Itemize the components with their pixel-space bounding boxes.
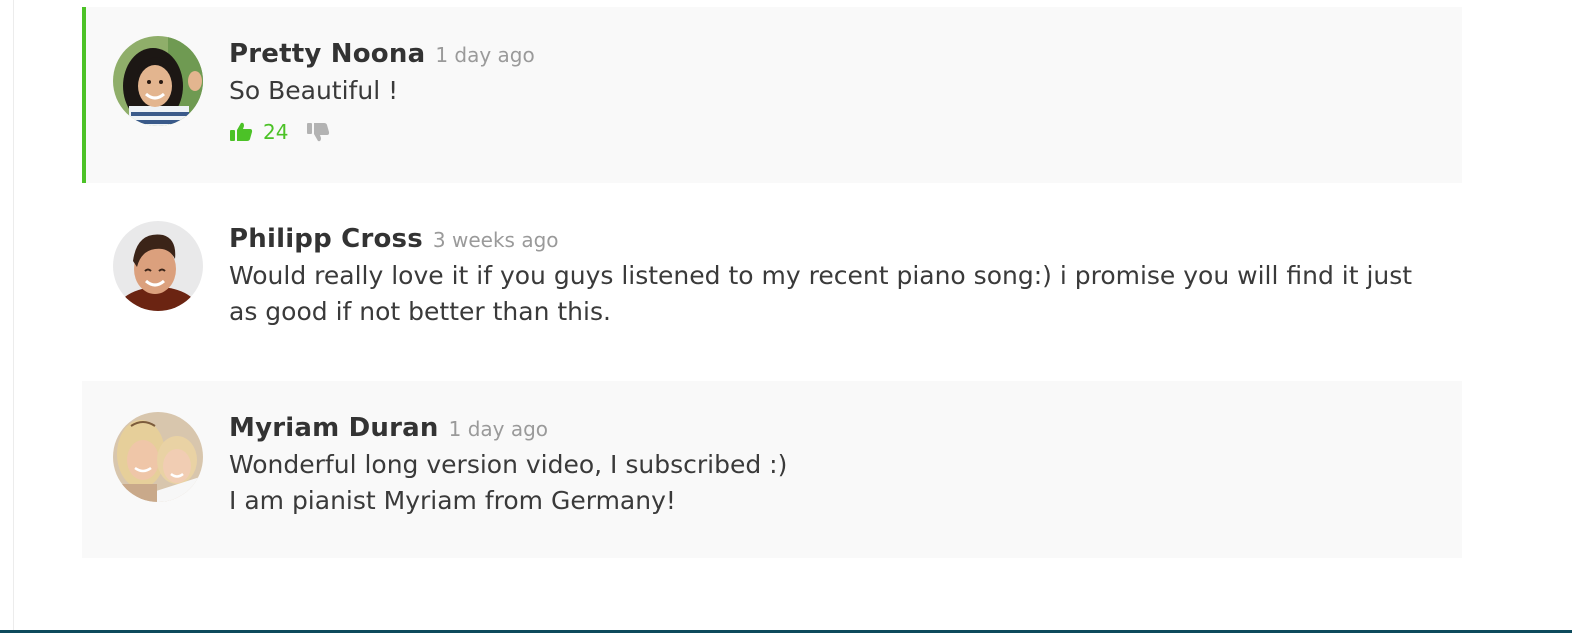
comment-meta: Philipp Cross 3 weeks ago bbox=[229, 220, 1422, 258]
like-button[interactable]: 24 bbox=[229, 120, 306, 144]
avatar[interactable] bbox=[113, 412, 203, 502]
avatar-photo bbox=[113, 36, 203, 126]
comment-timestamp: 1 day ago bbox=[448, 417, 549, 441]
avatar-photo bbox=[113, 412, 203, 502]
dislike-button[interactable] bbox=[306, 122, 330, 142]
thumbs-up-icon bbox=[230, 122, 253, 141]
comment-text: Would really love it if you guys listene… bbox=[229, 261, 1413, 326]
comment-content: Philipp Cross 3 weeks ago Would really lo… bbox=[229, 220, 1422, 330]
avatar[interactable] bbox=[113, 36, 203, 126]
comment-item: Pretty Noona 1 day ago So Beautiful ! 24 bbox=[82, 7, 1462, 183]
avatar[interactable] bbox=[113, 221, 203, 311]
like-count: 24 bbox=[263, 120, 289, 144]
comment-timestamp: 3 weeks ago bbox=[432, 228, 559, 252]
page-left-border bbox=[13, 0, 14, 630]
avatar-photo bbox=[113, 221, 203, 311]
comment-content: Myriam Duran 1 day ago Wonderful long ver… bbox=[229, 409, 1422, 519]
thumbs-down-icon bbox=[307, 123, 330, 142]
author-name[interactable]: Philipp Cross bbox=[229, 224, 423, 254]
comment-content: Pretty Noona 1 day ago So Beautiful ! 24 bbox=[229, 35, 1422, 146]
comment-meta: Myriam Duran 1 day ago bbox=[229, 409, 1422, 447]
comment-text: So Beautiful ! bbox=[229, 76, 399, 105]
comment-timestamp: 1 day ago bbox=[435, 43, 535, 67]
comment-item: Myriam Duran 1 day ago Wonderful long ver… bbox=[82, 381, 1462, 558]
comment-item: Philipp Cross 3 weeks ago Would really lo… bbox=[82, 196, 1462, 366]
vote-bar: 24 bbox=[229, 118, 1422, 146]
comment-meta: Pretty Noona 1 day ago bbox=[229, 35, 1422, 73]
comment-text: Wonderful long version video, I subscrib… bbox=[229, 450, 788, 515]
author-name[interactable]: Myriam Duran bbox=[229, 413, 439, 443]
author-name[interactable]: Pretty Noona bbox=[229, 39, 425, 69]
